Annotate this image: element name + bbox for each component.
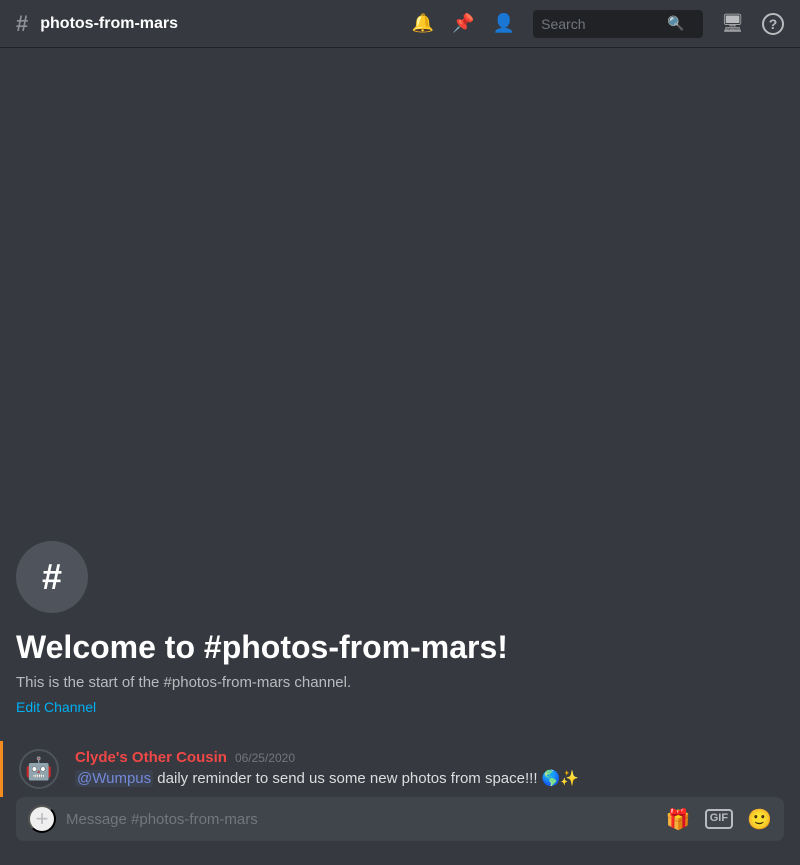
members-icon[interactable]: 👤 xyxy=(493,13,515,34)
avatar-emoji: 🤖 xyxy=(25,756,52,782)
channel-name: photos-from-mars xyxy=(40,15,178,33)
content-area: # Welcome to #photos-from-mars! This is … xyxy=(0,48,800,865)
message-text: daily reminder to send us some new photo… xyxy=(153,770,579,787)
welcome-title: Welcome to #photos-from-mars! xyxy=(16,629,784,666)
pin-icon[interactable]: 📌 xyxy=(452,13,474,34)
message-input-wrapper: + 🎁 GIF 🙂 xyxy=(16,797,784,841)
header-hash-icon: # xyxy=(16,13,28,35)
input-area: + 🎁 GIF 🙂 xyxy=(0,797,800,865)
edit-channel-link[interactable]: Edit Channel xyxy=(16,699,96,715)
message-timestamp: 06/25/2020 xyxy=(235,751,295,765)
message-group: 🤖 Clyde's Other Cousin 06/25/2020 @Wumpu… xyxy=(0,741,800,797)
channel-icon-circle: # xyxy=(16,541,88,613)
welcome-description: This is the start of the #photos-from-ma… xyxy=(16,674,784,691)
message-body: Clyde's Other Cousin 06/25/2020 @Wumpus … xyxy=(75,749,784,789)
messages-area: # Welcome to #photos-from-mars! This is … xyxy=(0,48,800,797)
gif-button[interactable]: GIF xyxy=(705,809,733,828)
add-attachment-button[interactable]: + xyxy=(28,805,56,833)
message-header: Clyde's Other Cousin 06/25/2020 xyxy=(75,749,784,766)
search-bar[interactable]: 🔍 xyxy=(533,10,703,38)
channel-welcome-hash: # xyxy=(42,556,62,598)
search-icon: 🔍 xyxy=(667,15,684,32)
input-icons: 🎁 GIF 🙂 xyxy=(666,807,772,832)
message-input[interactable] xyxy=(66,811,656,828)
gift-icon[interactable]: 🎁 xyxy=(666,807,691,832)
emoji-icon[interactable]: 🙂 xyxy=(747,807,772,832)
header: # photos-from-mars 🔔 📌 👤 🔍 🖥 ? xyxy=(0,0,800,48)
mention[interactable]: @Wumpus xyxy=(75,770,153,787)
search-input[interactable] xyxy=(541,16,661,32)
inbox-icon[interactable]: 🖥 xyxy=(721,13,744,34)
header-icons: 🔔 📌 👤 🔍 🖥 ? xyxy=(412,10,784,38)
message-author: Clyde's Other Cousin xyxy=(75,749,227,766)
bell-icon[interactable]: 🔔 xyxy=(412,13,434,34)
help-icon[interactable]: ? xyxy=(762,13,784,35)
avatar: 🤖 xyxy=(19,749,59,789)
channel-welcome: # Welcome to #photos-from-mars! This is … xyxy=(0,525,800,741)
message-content: @Wumpus daily reminder to send us some n… xyxy=(75,768,784,789)
